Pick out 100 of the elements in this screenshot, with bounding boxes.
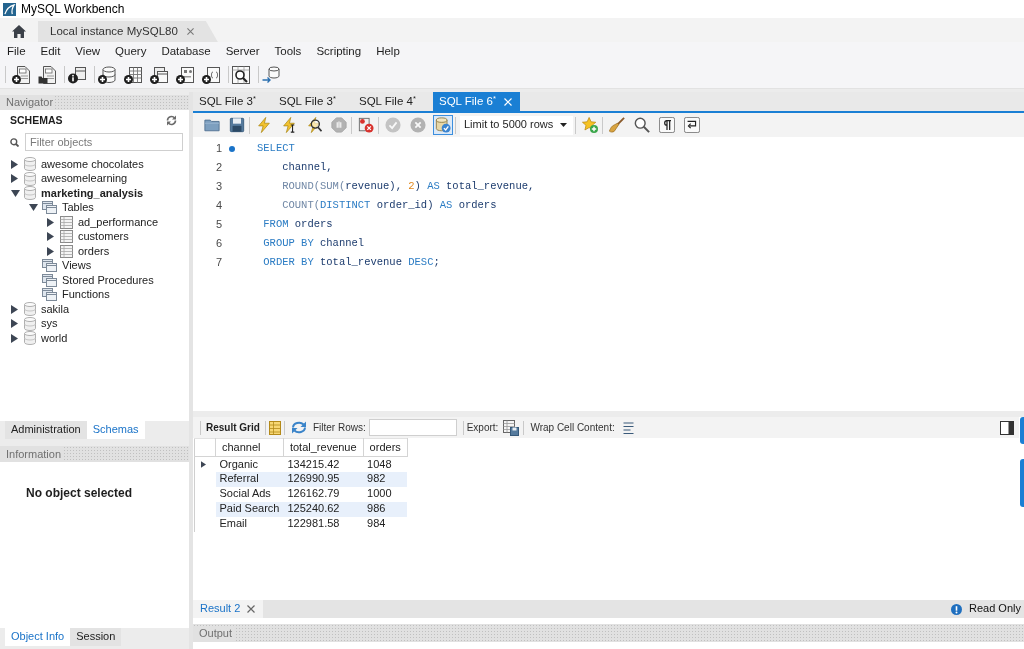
panel-toggle-icon[interactable] (1000, 420, 1014, 435)
status-text: Read Only (969, 602, 1021, 616)
panel-tab[interactable]: Object Info (5, 628, 71, 646)
menu-item[interactable]: Edit (35, 43, 66, 60)
panel-title: Navigator (0, 95, 56, 110)
filter-label: Filter Rows: (312, 421, 366, 434)
filter-field[interactable] (368, 419, 457, 436)
editor-tab[interactable]: SQL File 3$^{*}$ (193, 92, 273, 111)
caret-right-icon[interactable] (47, 246, 54, 256)
refresh-icon[interactable] (166, 115, 177, 126)
panel-tab[interactable]: Schemas (86, 421, 145, 439)
form-grid-icon[interactable] (268, 420, 281, 435)
panel-tab[interactable]: Administration (5, 421, 87, 439)
caret-right-icon[interactable] (11, 333, 18, 343)
menu-item[interactable]: Tools (269, 43, 307, 60)
toolbar-button[interactable] (632, 115, 652, 135)
tree-item[interactable]: Views (62, 259, 92, 273)
database-icon (24, 157, 36, 172)
tree-item[interactable]: awesome chocolates (41, 157, 144, 171)
home-icon[interactable] (12, 25, 26, 38)
database-arrow-icon[interactable] (262, 65, 280, 84)
broom-icon (609, 117, 625, 133)
line-number: 7 (214, 255, 222, 270)
menu-item[interactable]: Scripting (311, 43, 367, 60)
tree-item[interactable]: ad_performance (78, 215, 159, 229)
export-icon[interactable] (503, 419, 520, 436)
line-number: 4 (214, 198, 222, 213)
tree-item[interactable]: Tables (62, 201, 94, 215)
text-wrap-icon[interactable] (622, 421, 634, 434)
filter-field[interactable]: Filter objects (25, 133, 183, 151)
table-cell: Social Ads (215, 486, 284, 502)
wrap-label: Wrap Cell Content: (530, 421, 615, 434)
caret-down-icon[interactable] (11, 189, 20, 197)
line-wrap-icon (684, 117, 700, 133)
database-info-icon[interactable] (68, 65, 86, 84)
toolbar-button[interactable] (227, 115, 247, 135)
tree-item[interactable]: Stored Procedures (62, 273, 154, 287)
menu-item[interactable]: Query (110, 43, 152, 60)
menu-item[interactable]: Server (220, 43, 265, 60)
result-tab[interactable]: Result 2 (193, 600, 264, 618)
table-search-icon[interactable] (232, 65, 250, 84)
info-message: No object selected (26, 486, 133, 500)
tree-item[interactable]: marketing_analysis (41, 186, 144, 200)
line-number: 2 (214, 160, 222, 175)
refresh-icon[interactable] (290, 421, 307, 434)
caret-right-icon[interactable] (11, 174, 18, 184)
editor-tab[interactable]: SQL File 6$^{*}$ (433, 92, 520, 111)
menu-item[interactable]: File (2, 43, 31, 60)
window-plus-icon[interactable] (150, 65, 168, 84)
error-stop-icon (358, 117, 374, 133)
connection-tab[interactable]: Local instance MySQL80 (38, 21, 218, 42)
column-header[interactable]: total_revenue (283, 438, 364, 457)
toolbar-button[interactable] (657, 115, 677, 135)
menu-item[interactable]: Database (156, 43, 216, 60)
table-icon (60, 215, 73, 229)
folder-stack-icon (42, 288, 57, 302)
tree-item[interactable]: Functions (62, 288, 110, 302)
tree-item[interactable]: sakila (41, 302, 70, 316)
table-cell: Paid Search (215, 501, 284, 517)
code-line: ROUND(SUM(revenue), 2) AS total_revenue, (281, 180, 535, 193)
table-plus-icon[interactable] (124, 65, 142, 84)
caret-right-icon[interactable] (11, 159, 18, 169)
caret-down-icon[interactable] (29, 204, 38, 212)
table-cell: 126990.95 (283, 471, 364, 487)
menu-item[interactable]: View (70, 43, 106, 60)
column-header[interactable]: orders (363, 438, 408, 457)
panel-tab[interactable]: Session (70, 628, 122, 646)
table-cell: 1000 (363, 486, 408, 502)
section-title: SCHEMAS (10, 114, 63, 127)
caret-right-icon[interactable] (11, 304, 18, 314)
tree-item[interactable]: awesomelearning (41, 172, 128, 186)
table-cell: 134215.42 (283, 456, 364, 472)
close-icon[interactable] (247, 605, 256, 613)
table-cell: 122981.58 (283, 516, 364, 532)
editor-tab[interactable]: SQL File 4$^{*}$ (353, 92, 433, 111)
database-plus-icon[interactable] (98, 65, 116, 84)
document-folder-icon[interactable] (38, 65, 56, 84)
table-icon (60, 244, 73, 258)
lightning-icon (256, 117, 272, 133)
close-icon[interactable] (186, 28, 194, 35)
tree-item[interactable]: customers (78, 230, 129, 244)
result-grid-button[interactable]: Result Grid (204, 421, 262, 434)
form-plus-icon[interactable] (176, 65, 194, 84)
column-header[interactable]: channel (215, 438, 284, 457)
table-cell: 984 (363, 516, 408, 532)
tree-item[interactable]: orders (78, 244, 110, 258)
code-line: GROUP BY channel (262, 237, 365, 250)
folder-icon (204, 117, 220, 133)
caret-right-icon[interactable] (47, 217, 54, 227)
code-line: FROM orders (262, 218, 333, 231)
panel-plus-icon[interactable] (202, 65, 220, 84)
toolbar-button[interactable] (682, 115, 702, 135)
row-limit-dropdown[interactable]: Limit to 5000 rows (460, 115, 573, 135)
caret-right-icon[interactable] (11, 319, 18, 329)
editor-tab[interactable]: SQL File 3$^{*}$ (273, 92, 353, 111)
tree-item[interactable]: world (41, 331, 68, 345)
tree-item[interactable]: sys (41, 317, 58, 331)
caret-right-icon[interactable] (47, 232, 54, 242)
document-plus-icon[interactable] (12, 65, 30, 84)
menu-item[interactable]: Help (371, 43, 405, 60)
